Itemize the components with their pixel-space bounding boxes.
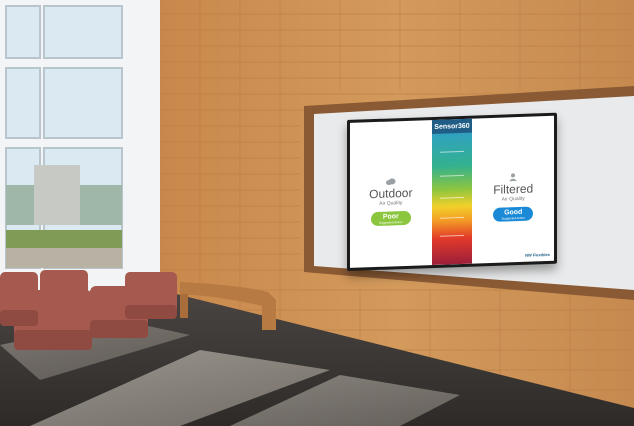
outdoor-status-sub: Suggested Action — [379, 219, 403, 225]
scale-tick — [439, 196, 465, 199]
outdoor-status-badge: Poor Suggested Action — [370, 210, 411, 227]
filtered-subtitle: Air Quality — [501, 195, 525, 203]
brand-title: Sensor360 — [431, 118, 473, 135]
filtered-status-sub: Suggested Action — [501, 215, 525, 221]
outdoor-air-panel: Outdoor Air Quality Poor Suggested Actio… — [350, 120, 432, 268]
scale-tick — [439, 216, 465, 219]
scale-tick — [439, 174, 465, 177]
air-quality-scale: Sensor360 — [431, 118, 473, 266]
outdoor-subtitle: Air Quality — [379, 200, 403, 207]
scale-tick — [439, 150, 465, 153]
filtered-status-badge: Good Suggested Action — [493, 206, 534, 222]
outdoor-title: Outdoor — [369, 185, 413, 202]
filtered-air-panel: Filtered Air Quality Good Suggested Acti… — [472, 116, 554, 264]
cloud-icon — [385, 178, 396, 186]
display-screen: Outdoor Air Quality Poor Suggested Actio… — [350, 115, 554, 268]
person-icon — [509, 173, 518, 182]
wall-display: Outdoor Air Quality Poor Suggested Actio… — [347, 112, 557, 271]
filtered-title: Filtered — [493, 181, 534, 197]
lobby-scene: Outdoor Air Quality Poor Suggested Actio… — [0, 0, 634, 426]
brand-logo: NW Flexibles — [525, 251, 550, 258]
scale-tick — [439, 234, 465, 237]
